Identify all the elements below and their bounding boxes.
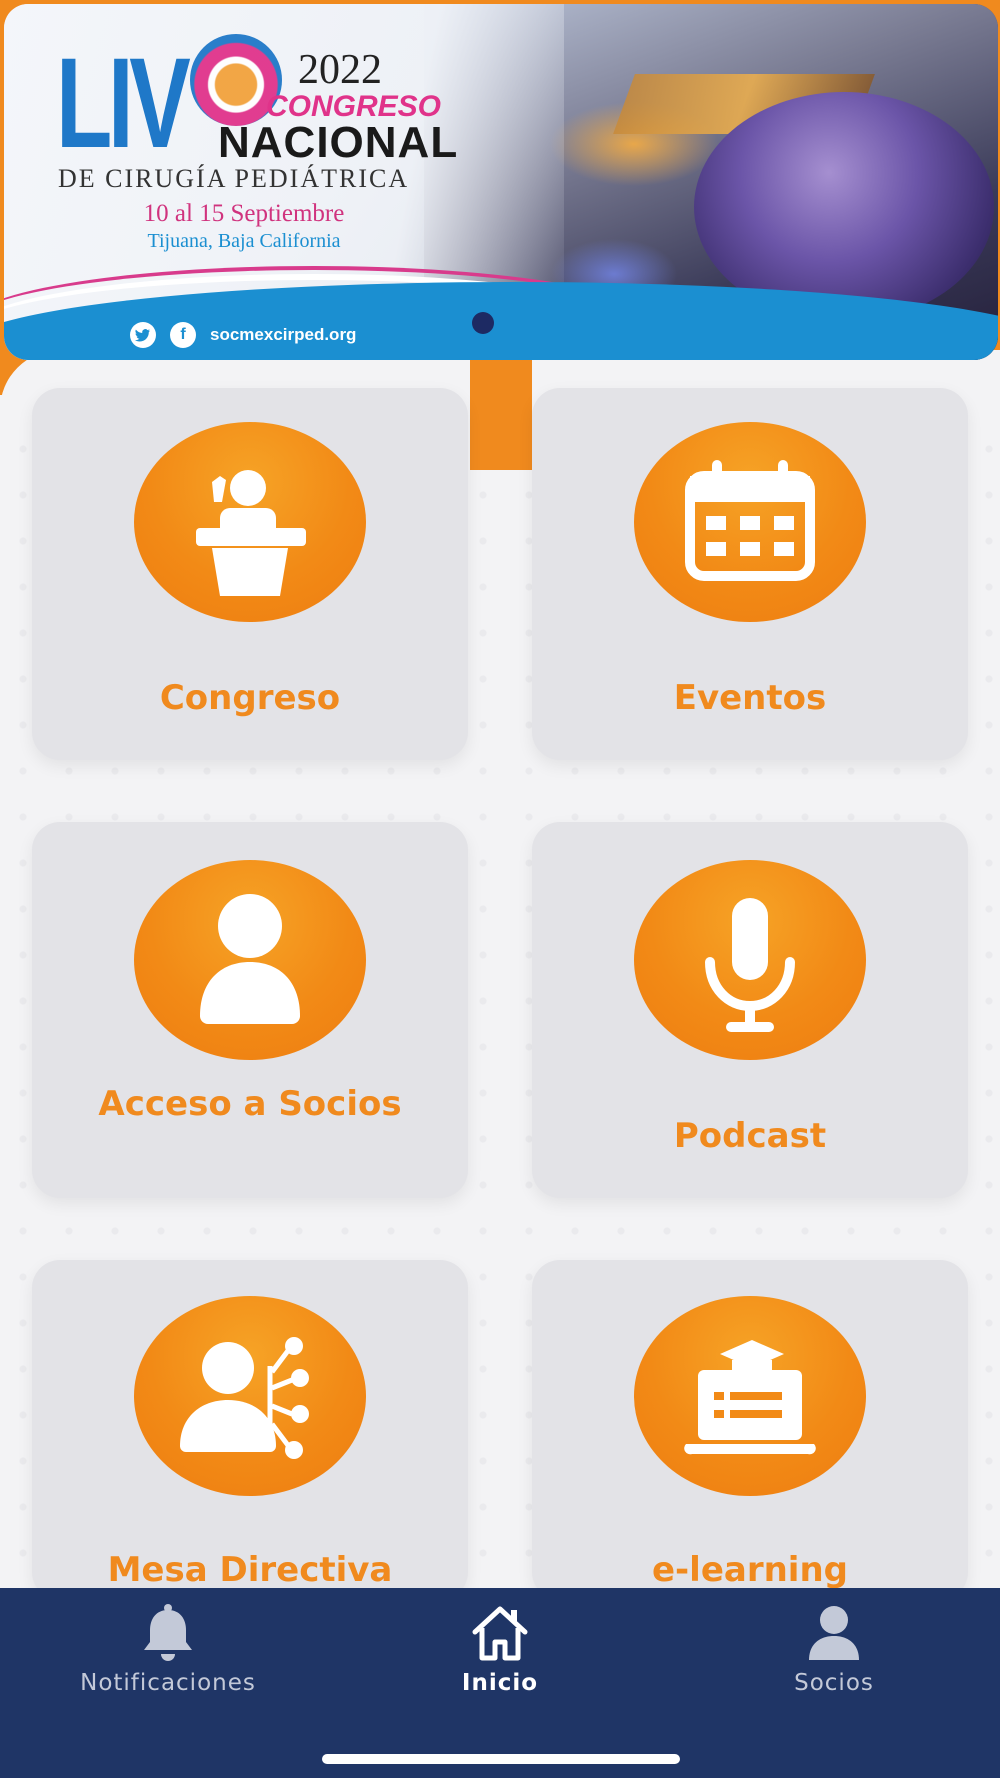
tile-label: Acceso a Socios — [98, 1084, 402, 1124]
tile-congreso[interactable]: Congreso — [32, 388, 468, 760]
banner-website: socmexcirped.org — [210, 325, 357, 344]
podium-speaker-icon — [134, 422, 366, 622]
banner-dates: 10 al 15 Septiembre — [143, 200, 345, 227]
tile-eventos[interactable]: Eventos — [532, 388, 968, 760]
bottom-navigation: Notificaciones Inicio Socios — [0, 1588, 1000, 1778]
facebook-icon: f — [170, 322, 196, 348]
tile-label: Congreso — [159, 678, 341, 718]
frame-tab — [470, 360, 532, 470]
banner-place: Tijuana, Baja California — [147, 230, 341, 252]
banner-social: f socmexcirped.org — [130, 322, 356, 348]
nav-item-notificaciones[interactable]: Notificaciones — [48, 1588, 288, 1708]
nav-label: Notificaciones — [80, 1670, 256, 1696]
tile-label: e-learning — [652, 1550, 848, 1590]
banner-year: 2022 — [298, 47, 382, 93]
tile-mesa-directiva[interactable]: Mesa Directiva — [32, 1260, 468, 1600]
banner-liv: LIV — [56, 32, 191, 175]
nav-item-inicio[interactable]: Inicio — [380, 1588, 620, 1708]
laptop-graduation-icon — [634, 1296, 866, 1496]
home-indicator[interactable] — [322, 1754, 680, 1764]
twitter-icon — [130, 322, 156, 348]
nav-label: Inicio — [461, 1670, 539, 1696]
tile-acceso-socios[interactable]: Acceso a Socios — [32, 822, 468, 1198]
network-people-icon — [134, 1296, 366, 1496]
carousel-indicator[interactable] — [472, 312, 494, 334]
tile-e-learning[interactable]: e-learning — [532, 1260, 968, 1600]
banner-nacional: NACIONAL — [218, 118, 459, 167]
banner-cirugia: DE CIRUGÍA PEDIÁTRICA — [58, 164, 410, 193]
tile-podcast[interactable]: Podcast — [532, 822, 968, 1198]
user-icon — [809, 1606, 859, 1660]
nav-item-socios[interactable]: Socios — [714, 1588, 954, 1708]
user-icon — [134, 860, 366, 1060]
tile-label: Mesa Directiva — [107, 1550, 393, 1590]
microphone-icon — [634, 860, 866, 1060]
tile-label: Eventos — [673, 678, 827, 718]
tile-label: Podcast — [673, 1116, 827, 1156]
bell-icon — [144, 1604, 192, 1661]
event-banner[interactable]: LIV 2022 CONGRESO NACIONAL DE CIRUGÍA PE… — [4, 4, 998, 360]
nav-label: Socios — [794, 1670, 874, 1696]
calendar-icon — [634, 422, 866, 622]
home-icon — [472, 1606, 528, 1661]
